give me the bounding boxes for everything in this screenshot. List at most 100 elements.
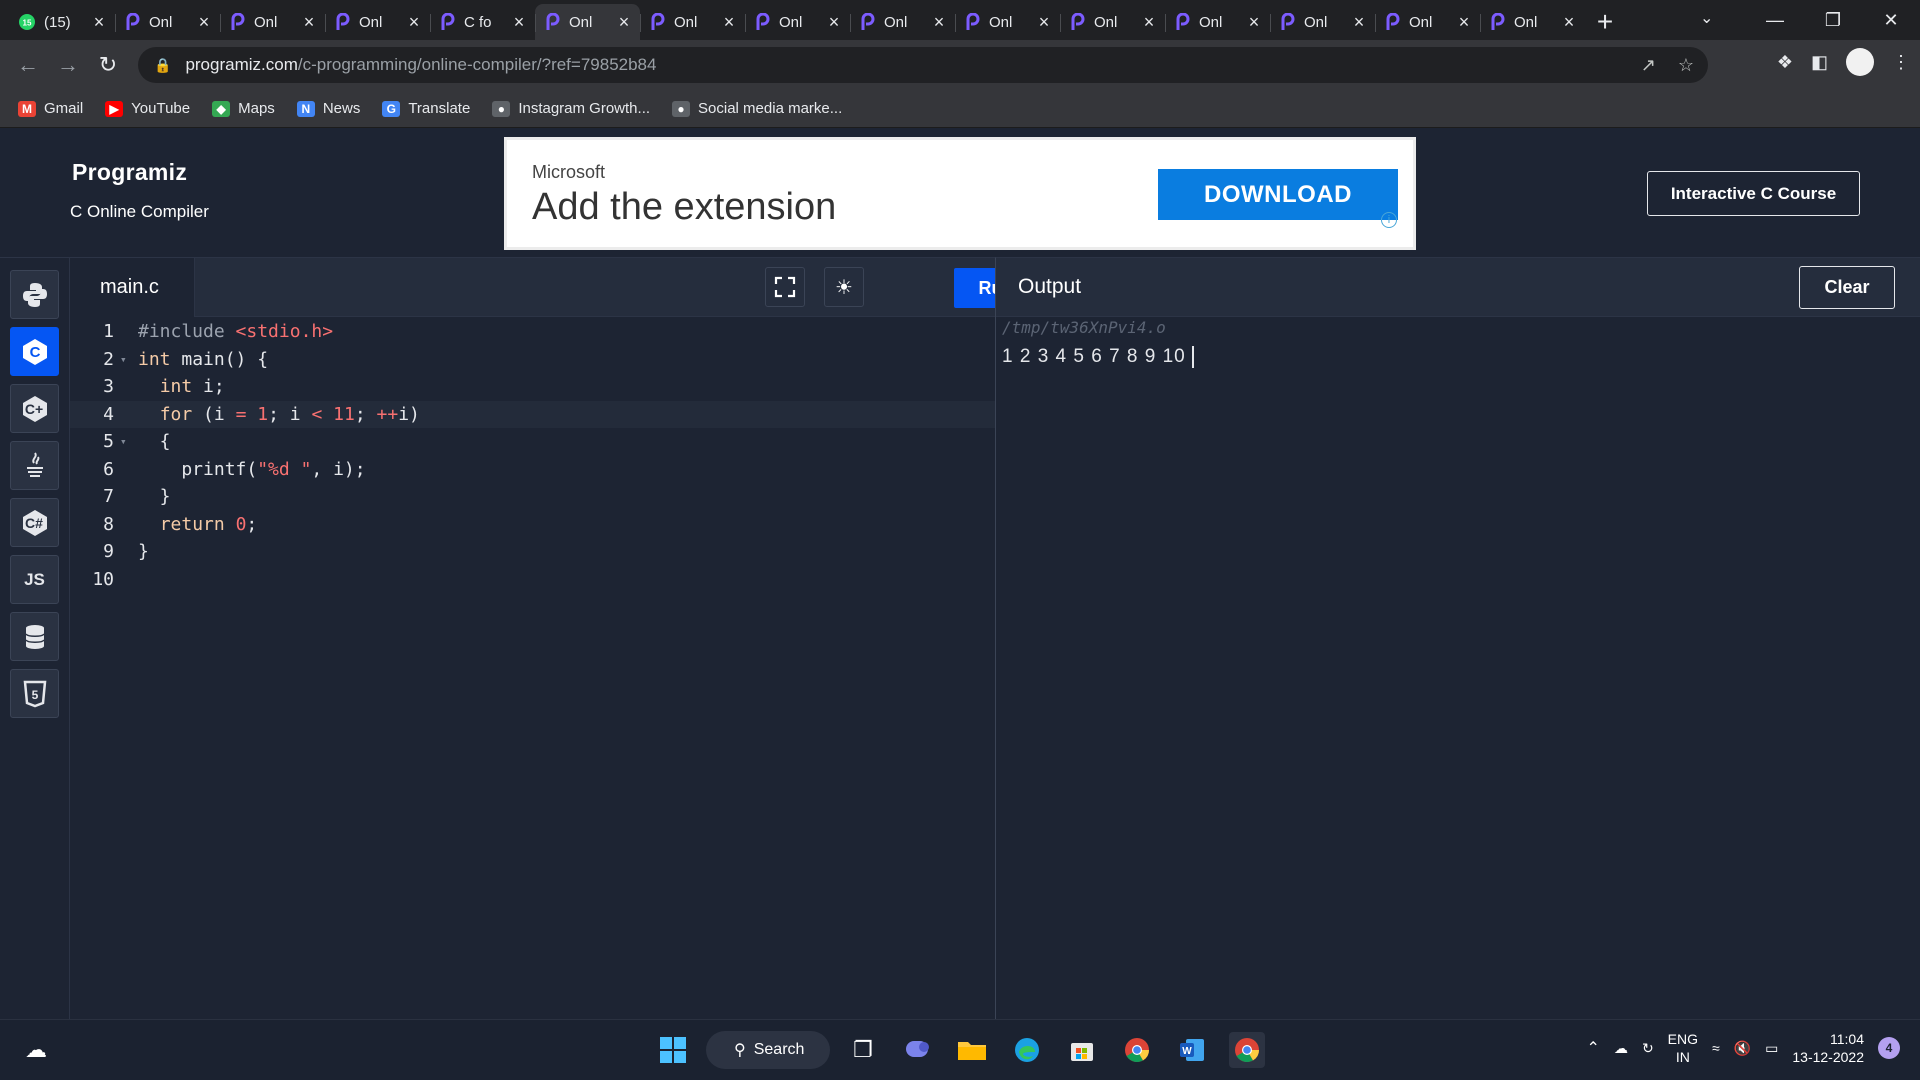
chrome-active-icon[interactable] [1229,1032,1265,1068]
chevron-up-icon[interactable]: ⌃ [1587,1038,1600,1058]
javascript-icon[interactable]: JS [10,555,59,604]
browser-tab[interactable]: Onl × [1060,4,1165,40]
java-icon[interactable] [10,441,59,490]
taskbar-search[interactable]: ⚲ Search [706,1031,830,1069]
browser-tab[interactable]: Onl × [1165,4,1270,40]
browser-tab[interactable]: C fo × [430,4,535,40]
bookmark-item[interactable]: G Translate [382,100,470,117]
battery-icon[interactable]: ▭ [1765,1040,1778,1057]
output-text[interactable]: 1 2 3 4 5 6 7 8 9 10 [1002,346,1194,368]
close-tab-icon[interactable]: × [406,13,422,31]
line-number: 9 [103,541,114,563]
cpp-language-icon[interactable]: C+ [10,384,59,433]
bookmark-item[interactable]: N News [296,100,360,117]
html5-icon[interactable]: 5 [10,669,59,718]
close-tab-icon[interactable]: × [826,13,842,31]
restore-icon[interactable]: ❐ [1804,0,1862,40]
close-tab-icon[interactable]: × [1561,13,1577,31]
bookmark-star-icon[interactable]: ☆ [1678,55,1694,76]
c-language-icon[interactable]: C [10,327,59,376]
file-explorer-icon[interactable] [954,1032,990,1068]
python-icon[interactable] [10,270,59,319]
browser-tab[interactable]: Onl × [325,4,430,40]
notification-badge[interactable]: 4 [1878,1037,1900,1059]
code-area[interactable]: 1 #include <stdio.h> 2 ▾ int main() { 3 int… [70,318,995,1019]
programiz-icon [123,13,141,31]
back-icon[interactable]: ← [8,45,48,85]
profile-avatar[interactable] [1846,48,1874,76]
browser-tab[interactable]: Onl × [535,4,640,40]
browser-tab[interactable]: Onl × [640,4,745,40]
volume-muted-icon[interactable]: 🔇 [1734,1040,1751,1057]
share-icon[interactable]: ↗ [1641,55,1656,76]
close-tab-icon[interactable]: × [301,13,317,31]
minimize-icon[interactable]: — [1746,0,1804,40]
line-number: 5 [103,431,114,453]
windows-start-icon[interactable] [655,1032,691,1068]
bookmark-label: Instagram Growth... [518,100,651,117]
youtube-icon: ▶ [105,100,124,117]
address-bar[interactable]: 🔒 programiz.com/c-programming/online-com… [138,47,1708,83]
clear-button[interactable]: Clear [1799,266,1895,309]
new-tab-button[interactable]: + [1585,4,1625,40]
close-tab-icon[interactable]: × [1246,13,1262,31]
side-panel-icon[interactable]: ◧ [1811,52,1828,73]
menu-icon[interactable]: ⋮ [1892,52,1910,73]
close-tab-icon[interactable]: × [1351,13,1367,31]
task-view-icon[interactable]: ❐ [845,1032,881,1068]
weather-icon[interactable]: ☁ [18,1032,54,1068]
theme-toggle-icon[interactable]: ☀ [824,267,864,307]
ad-banner[interactable]: Microsoft Add the extension DOWNLOAD i [504,137,1416,250]
ad-info-icon[interactable]: i [1381,212,1397,228]
wifi-icon[interactable]: ≈ [1712,1040,1720,1056]
chrome-icon[interactable] [1119,1032,1155,1068]
file-tab-main-c[interactable]: main.c [70,258,195,317]
tab-title: (15) [44,13,71,31]
close-tab-icon[interactable]: × [721,13,737,31]
bookmark-item[interactable]: ● Instagram Growth... [492,100,650,117]
browser-tab[interactable]: Onl × [115,4,220,40]
tab-search-icon[interactable]: ⌄ [1700,8,1713,28]
teams-chat-icon[interactable] [900,1032,936,1068]
bookmark-item[interactable]: ▶ YouTube [105,100,190,117]
close-tab-icon[interactable]: × [1456,13,1472,31]
sync-icon[interactable]: ↻ [1642,1040,1654,1057]
edge-icon[interactable] [1009,1032,1045,1068]
close-tab-icon[interactable]: × [196,13,212,31]
browser-tab[interactable]: Onl × [1270,4,1375,40]
ad-download-button[interactable]: DOWNLOAD [1158,169,1398,220]
code-line-current: 4 for (i = 1; i < 11; ++i) [70,400,995,428]
close-tab-icon[interactable]: × [1141,13,1157,31]
microsoft-store-icon[interactable] [1064,1032,1100,1068]
line-number: 2 [103,348,114,370]
close-tab-icon[interactable]: × [616,13,632,31]
fullscreen-icon[interactable] [765,267,805,307]
browser-tab[interactable]: Onl × [955,4,1060,40]
close-tab-icon[interactable]: × [91,13,107,31]
clock[interactable]: 11:04 13-12-2022 [1792,1030,1864,1066]
close-tab-icon[interactable]: × [931,13,947,31]
language-indicator[interactable]: ENG IN [1668,1030,1698,1066]
sql-database-icon[interactable] [10,612,59,661]
browser-tab[interactable]: Onl × [1480,4,1585,40]
csharp-icon[interactable]: C# [10,498,59,547]
bookmark-item[interactable]: ◆ Maps [212,100,275,117]
bookmark-item[interactable]: ● Social media marke... [672,100,842,117]
browser-tab[interactable]: Onl × [850,4,955,40]
bookmark-item[interactable]: M Gmail [18,100,83,117]
browser-tab[interactable]: Onl × [745,4,850,40]
programiz-logo[interactable]: Programiz [72,159,187,186]
line-number: 8 [103,513,114,535]
browser-tab[interactable]: Onl × [220,4,325,40]
forward-icon[interactable]: → [48,45,88,85]
close-tab-icon[interactable]: × [511,13,527,31]
close-tab-icon[interactable]: × [1036,13,1052,31]
browser-tab[interactable]: 15 (15) × [10,4,115,40]
close-window-icon[interactable]: ✕ [1862,0,1920,40]
onedrive-cloud-icon[interactable]: ☁ [1614,1040,1628,1057]
reload-icon[interactable]: ↻ [88,45,128,85]
word-icon[interactable]: W [1174,1032,1210,1068]
browser-tab[interactable]: Onl × [1375,4,1480,40]
interactive-course-button[interactable]: Interactive C Course [1647,171,1860,216]
extensions-icon[interactable]: ❖ [1777,52,1793,73]
